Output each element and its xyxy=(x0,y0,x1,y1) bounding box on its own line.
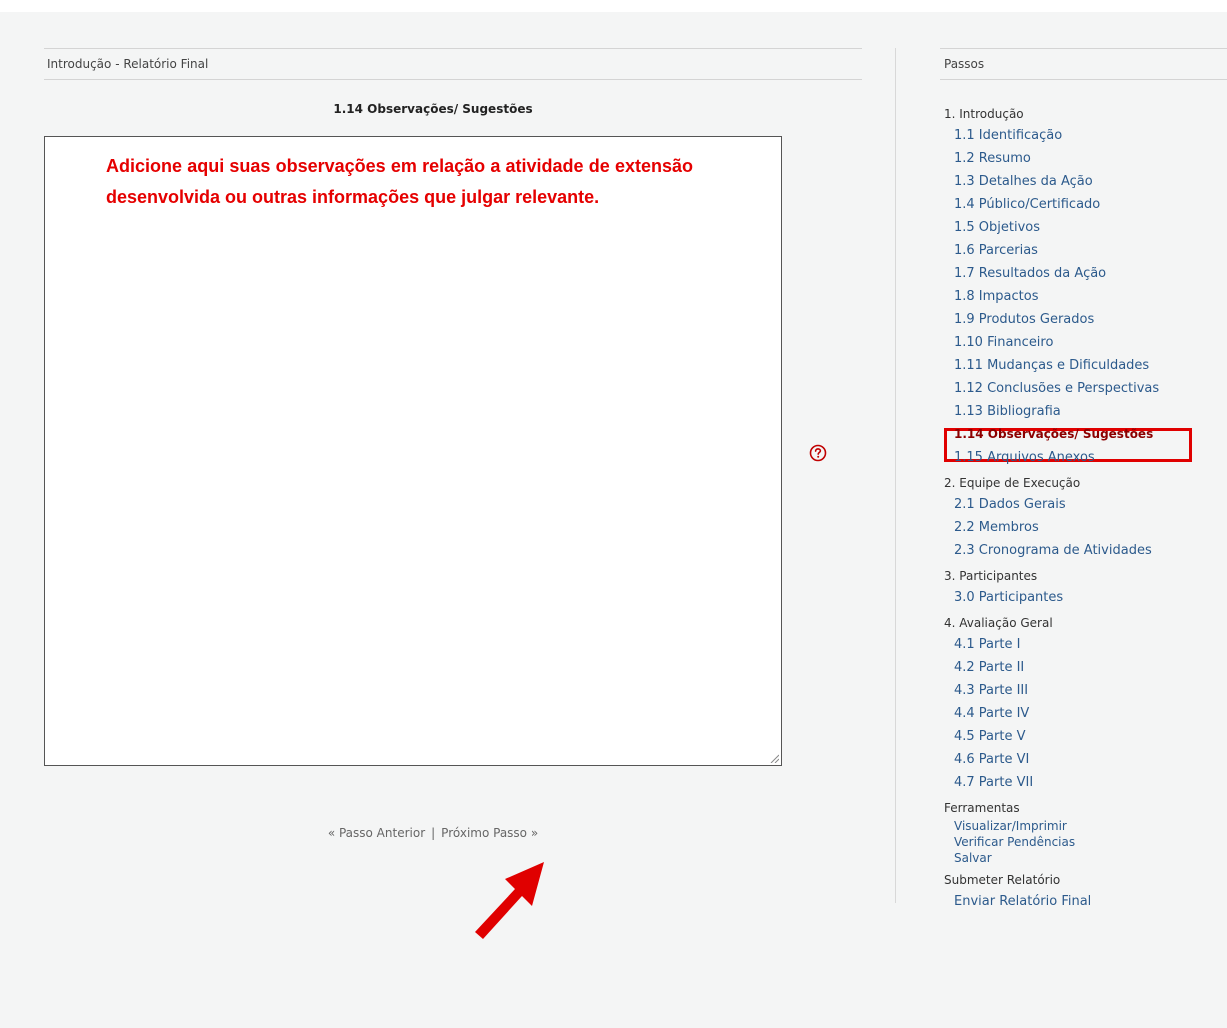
step-1-15[interactable]: 1.15 Arquivos Anexos xyxy=(944,446,1227,469)
step-2-3[interactable]: 2.3 Cronograma de Atividades xyxy=(944,539,1227,562)
step-4-1[interactable]: 4.1 Parte I xyxy=(944,633,1227,656)
submit-group-label: Submeter Relatório xyxy=(944,873,1061,887)
step-1-3[interactable]: 1.3 Detalhes da Ação xyxy=(944,170,1227,193)
step-1-2[interactable]: 1.2 Resumo xyxy=(944,147,1227,170)
observations-textarea[interactable]: Adicione aqui suas observações em relaçã… xyxy=(44,136,782,766)
step-1-8[interactable]: 1.8 Impactos xyxy=(944,285,1227,308)
section-title: 1.14 Observações/ Sugestões xyxy=(333,102,533,116)
steps-title: Passos xyxy=(944,57,985,71)
step-group-label: 4. Avaliação Geral xyxy=(944,616,1053,630)
step-4-3[interactable]: 4.3 Parte III xyxy=(944,679,1227,702)
step-1-5[interactable]: 1.5 Objetivos xyxy=(944,216,1227,239)
step-2-2[interactable]: 2.2 Membros xyxy=(944,516,1227,539)
step-1-4[interactable]: 1.4 Público/Certificado xyxy=(944,193,1227,216)
step-1-1[interactable]: 1.1 Identificação xyxy=(944,124,1227,147)
step-4-5[interactable]: 4.5 Parte V xyxy=(944,725,1227,748)
step-group-label: 2. Equipe de Execução xyxy=(944,476,1081,490)
step-4-7[interactable]: 4.7 Parte VII xyxy=(944,771,1227,794)
tools-list: Visualizar/Imprimir Verificar Pendências… xyxy=(944,818,1227,866)
resize-grip-icon[interactable] xyxy=(769,753,779,763)
step-1-12[interactable]: 1.12 Conclusões e Perspectivas xyxy=(944,377,1227,400)
step-1-14-current[interactable]: 1.14 Observações/ Sugestões xyxy=(944,423,1227,446)
step-4-6[interactable]: 4.6 Parte VI xyxy=(944,748,1227,771)
step-1-13[interactable]: 1.13 Bibliografia xyxy=(944,400,1227,423)
observations-text: Adicione aqui suas observações em relaçã… xyxy=(106,156,693,207)
print-preview-link[interactable]: Visualizar/Imprimir xyxy=(944,818,1227,834)
step-2-1[interactable]: 2.1 Dados Gerais xyxy=(944,493,1227,516)
step-navigation: « Passo Anterior | Próximo Passo » xyxy=(44,826,822,840)
step-3-0[interactable]: 3.0 Participantes xyxy=(944,586,1227,609)
previous-step-link[interactable]: « Passo Anterior xyxy=(328,826,425,840)
step-1-10[interactable]: 1.10 Financeiro xyxy=(944,331,1227,354)
annotation-arrow-icon xyxy=(475,862,544,939)
step-1-6[interactable]: 1.6 Parcerias xyxy=(944,239,1227,262)
submit-final-report-link[interactable]: Enviar Relatório Final xyxy=(944,890,1227,913)
step-group-label: 3. Participantes xyxy=(944,569,1038,583)
save-link[interactable]: Salvar xyxy=(944,850,1227,866)
next-step-link[interactable]: Próximo Passo » xyxy=(441,826,538,840)
steps-sidebar: 1. Introdução 1.1 Identificação 1.2 Resu… xyxy=(944,104,1227,913)
top-bar xyxy=(0,0,1227,12)
breadcrumb: Introdução - Relatório Final xyxy=(44,48,862,80)
step-1-7[interactable]: 1.7 Resultados da Ação xyxy=(944,262,1227,285)
nav-separator: | xyxy=(431,826,436,840)
step-4-4[interactable]: 4.4 Parte IV xyxy=(944,702,1227,725)
tools-group-label: Ferramentas xyxy=(944,801,1020,815)
breadcrumb-text: Introdução - Relatório Final xyxy=(47,57,209,71)
step-4-2[interactable]: 4.2 Parte II xyxy=(944,656,1227,679)
check-pending-link[interactable]: Verificar Pendências xyxy=(944,834,1227,850)
step-1-9[interactable]: 1.9 Produtos Gerados xyxy=(944,308,1227,331)
step-1-11[interactable]: 1.11 Mudanças e Dificuldades xyxy=(944,354,1227,377)
vertical-divider xyxy=(895,48,896,903)
step-group-label: 1. Introdução xyxy=(944,107,1024,121)
help-icon[interactable] xyxy=(809,444,827,462)
steps-header: Passos xyxy=(940,48,1227,80)
